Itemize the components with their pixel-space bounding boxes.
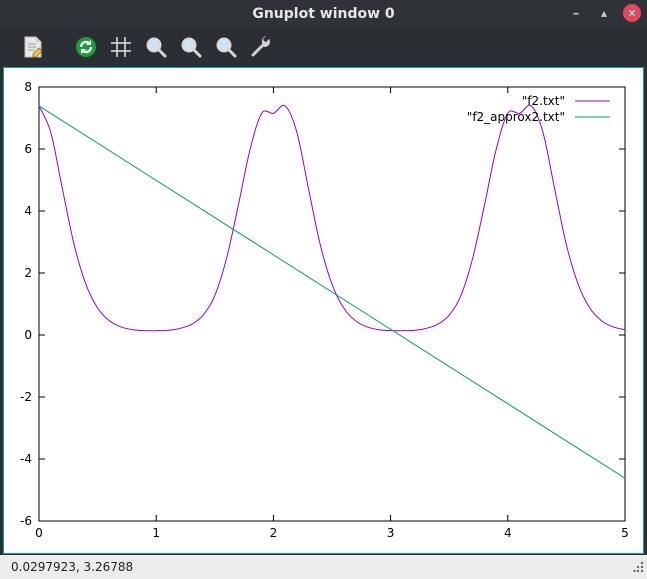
- zoom-next-button[interactable]: [177, 33, 205, 61]
- series-group: [38, 104, 626, 479]
- series-line-2: [38, 105, 626, 479]
- x-tick-label: 3: [387, 526, 395, 540]
- window-controls: – ▴ ✕: [567, 4, 641, 22]
- x-tick-label: 1: [152, 526, 160, 540]
- cursor-coordinates: 0.0297923, 3.26788: [11, 560, 134, 574]
- series-line-1: [38, 104, 626, 332]
- plot-border: [38, 86, 626, 522]
- y-tick-label: 8: [24, 80, 32, 94]
- legend: "f2.txt" "f2_approx2.txt": [467, 94, 610, 124]
- export-icon: [24, 36, 43, 57]
- x-tick-label: 2: [270, 526, 278, 540]
- y-tick-label: 2: [24, 266, 32, 280]
- export-button[interactable]: [19, 33, 47, 61]
- x-tick-label: 5: [621, 526, 629, 540]
- plot-canvas[interactable]: -6 -4 -2 0 2 4 6 8 0 1 2 3 4 5 "f2.txt" "f2_approx2.t…: [4, 68, 640, 552]
- replot-icon: [76, 36, 96, 57]
- window-title: Gnuplot window 0: [252, 5, 395, 22]
- autoscale-icon: [216, 37, 237, 57]
- y-tick-label: -4: [20, 452, 32, 466]
- grid-button[interactable]: [107, 33, 135, 61]
- toolbar: [0, 27, 647, 66]
- x-tick-label: 0: [35, 526, 43, 540]
- close-icon[interactable]: ✕: [623, 4, 641, 22]
- grid-icon: [111, 36, 131, 57]
- resize-grip-icon[interactable]: [633, 560, 645, 574]
- legend-label-2: "f2_approx2.txt": [467, 110, 565, 124]
- settings-button[interactable]: [247, 33, 275, 61]
- x-axis: 0 1 2 3 4 5: [35, 87, 629, 540]
- zoom-previous-icon: [146, 37, 167, 57]
- maximize-icon[interactable]: ▴: [595, 4, 613, 22]
- autoscale-button[interactable]: [212, 33, 240, 61]
- minimize-icon[interactable]: –: [567, 4, 585, 22]
- y-tick-label: 4: [24, 204, 32, 218]
- y-axis: -6 -4 -2 0 2 4 6 8: [20, 80, 625, 528]
- y-tick-label: -6: [20, 514, 32, 528]
- status-bar: 0.0297923, 3.26788: [0, 555, 647, 579]
- zoom-previous-button[interactable]: [142, 33, 170, 61]
- x-tick-label: 4: [504, 526, 512, 540]
- legend-label-1: "f2.txt": [522, 94, 565, 108]
- y-tick-label: 0: [24, 328, 32, 342]
- zoom-next-icon: [181, 37, 202, 57]
- y-tick-label: 6: [24, 142, 32, 156]
- settings-icon: [251, 35, 270, 56]
- replot-button[interactable]: [72, 33, 100, 61]
- title-bar: Gnuplot window 0 – ▴ ✕: [0, 0, 647, 27]
- y-tick-label: -2: [20, 390, 32, 404]
